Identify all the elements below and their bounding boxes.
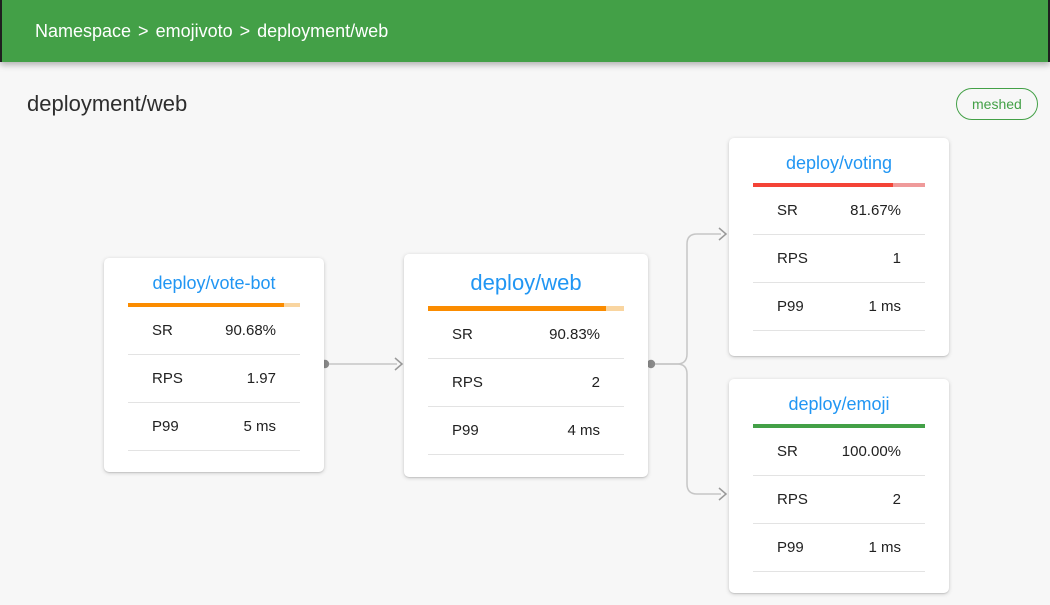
- metric-value: 1.97: [247, 370, 276, 387]
- breadcrumb-current: deployment/web: [257, 21, 388, 42]
- metric-row-rps: RPS 2: [428, 359, 624, 407]
- metric-value: 1 ms: [868, 539, 901, 556]
- metric-row-p99: P99 5 ms: [128, 403, 300, 451]
- page-title: deployment/web: [27, 91, 187, 117]
- metric-row-sr: SR 81.67%: [753, 187, 925, 235]
- metric-value: 4 ms: [567, 422, 600, 439]
- breadcrumb-separator: >: [240, 21, 251, 42]
- metric-value: 1 ms: [868, 298, 901, 315]
- breadcrumb-separator: >: [138, 21, 149, 42]
- metric-row-rps: RPS 2: [753, 476, 925, 524]
- node-title-link[interactable]: deploy/web: [404, 254, 648, 296]
- node-card-deploy-emoji: deploy/emoji SR 100.00% RPS 2 P99 1 ms: [729, 379, 949, 593]
- arrowhead-icon: [719, 228, 726, 240]
- metric-value: 90.68%: [225, 322, 276, 339]
- arrowhead-icon: [395, 358, 402, 370]
- node-card-deploy-vote-bot: deploy/vote-bot SR 90.68% RPS 1.97 P99 5…: [104, 258, 324, 472]
- meshed-badge: meshed: [956, 88, 1038, 120]
- metric-row-rps: RPS 1.97: [128, 355, 300, 403]
- breadcrumb-emojivoto[interactable]: emojivoto: [156, 21, 233, 42]
- metric-value: 1: [893, 250, 901, 267]
- node-title-link[interactable]: deploy/emoji: [729, 379, 949, 415]
- metric-value: 90.83%: [549, 326, 600, 343]
- metric-label: RPS: [452, 374, 483, 391]
- metric-row-rps: RPS 1: [753, 235, 925, 283]
- metric-label: P99: [152, 418, 179, 435]
- metric-value: 5 ms: [243, 418, 276, 435]
- metric-value: 100.00%: [842, 443, 901, 460]
- metric-label: RPS: [777, 250, 808, 267]
- metric-label: SR: [452, 326, 473, 343]
- metric-row-p99: P99 4 ms: [428, 407, 624, 455]
- node-title-link[interactable]: deploy/voting: [729, 138, 949, 174]
- node-card-deploy-web: deploy/web SR 90.83% RPS 2 P99 4 ms: [404, 254, 648, 477]
- edge-source-dot: [647, 360, 655, 368]
- metric-label: SR: [777, 443, 798, 460]
- edge-web-to-voting: [647, 228, 726, 368]
- breadcrumb-namespace[interactable]: Namespace: [35, 21, 131, 42]
- metric-value: 2: [893, 491, 901, 508]
- metric-row-sr: SR 100.00%: [753, 428, 925, 476]
- metric-row-sr: SR 90.83%: [428, 311, 624, 359]
- metric-row-sr: SR 90.68%: [128, 307, 300, 355]
- metric-label: P99: [777, 539, 804, 556]
- metric-label: SR: [777, 202, 798, 219]
- metric-value: 81.67%: [850, 202, 901, 219]
- metric-row-p99: P99 1 ms: [753, 283, 925, 331]
- metric-label: RPS: [777, 491, 808, 508]
- metric-label: P99: [452, 422, 479, 439]
- metric-label: RPS: [152, 370, 183, 387]
- node-title-link[interactable]: deploy/vote-bot: [104, 258, 324, 294]
- app-header: Namespace > emojivoto > deployment/web: [0, 0, 1050, 62]
- metric-row-p99: P99 1 ms: [753, 524, 925, 572]
- metric-label: P99: [777, 298, 804, 315]
- node-card-deploy-voting: deploy/voting SR 81.67% RPS 1 P99 1 ms: [729, 138, 949, 356]
- edge-web-to-emoji: [655, 364, 726, 500]
- arrowhead-icon: [719, 488, 726, 500]
- metric-label: SR: [152, 322, 173, 339]
- edge-vote-bot-to-web: [321, 358, 402, 370]
- metric-value: 2: [592, 374, 600, 391]
